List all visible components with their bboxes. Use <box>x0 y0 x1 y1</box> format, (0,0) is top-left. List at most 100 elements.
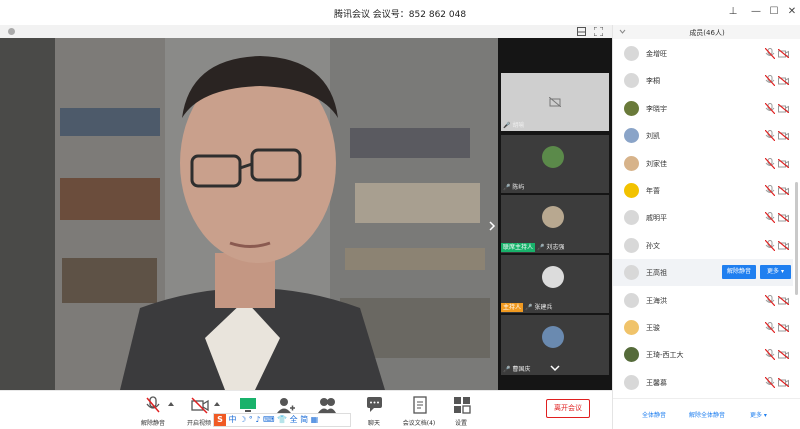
member-name: 王琦-西工大 <box>646 351 684 360</box>
audio-options-caret[interactable] <box>168 402 174 406</box>
scroll-down-icon[interactable] <box>550 365 560 372</box>
member-avatar <box>624 292 639 308</box>
camera-off-icon[interactable] <box>778 131 789 141</box>
camera-off-icon[interactable] <box>778 295 789 305</box>
mic-muted-icon[interactable] <box>765 349 775 361</box>
thumbnail-name: 曹国庆 <box>512 366 531 373</box>
camera-off-icon[interactable] <box>778 186 789 195</box>
close-icon[interactable]: ✕ <box>785 5 799 19</box>
member-avatar <box>624 128 639 144</box>
member-row[interactable]: 戚明平 <box>613 204 793 231</box>
collapse-thumbnails-icon[interactable] <box>489 221 496 231</box>
thumbnail-name: 刘志强 <box>546 244 565 251</box>
members-header: 成员(46人) <box>613 25 800 39</box>
member-name: 戚明平 <box>646 214 667 223</box>
mic-muted-icon[interactable] <box>765 185 775 196</box>
ime-status-icons: 中 ☽ ° ♪ ⌨ 👕 全 简 ▦ <box>228 415 319 424</box>
main-speaker-video <box>0 38 498 390</box>
member-avatar <box>624 347 639 363</box>
video-off-icon <box>191 397 209 414</box>
camera-off-icon[interactable] <box>778 213 789 223</box>
settings-button[interactable]: 设置 <box>439 394 483 428</box>
mic-muted-icon <box>146 396 160 413</box>
mic-muted-icon[interactable] <box>765 322 775 333</box>
member-row[interactable]: 刘家佳 <box>613 150 793 177</box>
member-name: 刘凯 <box>646 132 660 141</box>
mic-muted-icon[interactable] <box>765 75 775 87</box>
info-icon[interactable] <box>7 27 16 36</box>
docs-button[interactable]: 会议文档(4) <box>397 394 441 428</box>
unmute-all-button[interactable]: 解除全体静音 <box>689 410 725 419</box>
member-avatar <box>624 265 639 281</box>
speaker-video-frame <box>0 38 498 390</box>
camera-off-icon[interactable] <box>778 323 789 332</box>
thumbnail-participant[interactable]: 🎤 胡喻 <box>501 73 609 131</box>
member-avatar <box>624 155 639 171</box>
unmute-button[interactable]: 解除静音 <box>131 394 175 428</box>
member-row[interactable]: 李晓宇 <box>613 95 793 122</box>
fullscreen-icon[interactable] <box>594 27 603 36</box>
members-scrollbar[interactable] <box>795 182 798 295</box>
member-name: 王馨慕 <box>646 378 667 387</box>
member-row[interactable]: 王骏 <box>613 314 793 341</box>
member-name: 王高祖 <box>646 269 667 278</box>
camera-off-icon[interactable] <box>778 76 789 86</box>
maximize-icon[interactable]: ☐ <box>767 5 781 19</box>
ime-toolbar[interactable]: S 中 ☽ ° ♪ ⌨ 👕 全 简 ▦ <box>213 413 351 427</box>
mic-muted-icon[interactable] <box>765 212 775 224</box>
member-avatar <box>624 183 639 198</box>
panel-more-button[interactable]: 更多 ▾ <box>750 410 767 419</box>
member-row[interactable]: 年蔷 <box>613 177 793 204</box>
camera-off-icon[interactable] <box>778 49 789 58</box>
mic-muted-icon[interactable] <box>765 294 775 306</box>
host-badge: 主持人 <box>501 303 524 312</box>
mic-muted-icon[interactable] <box>765 130 775 142</box>
member-avatar <box>624 100 639 116</box>
members-footer: 全体静音 解除全体静音 更多 ▾ <box>613 398 800 429</box>
camera-off-icon[interactable] <box>778 377 789 387</box>
member-row[interactable]: 王海洪 <box>613 287 793 314</box>
member-unmute-button[interactable]: 解除静音 <box>722 265 756 280</box>
members-panel: 成员(46人) 金增旺 李桐 李晓宇 刘凯 刘家佳 年蔷 戚明平 孙文 王高祖 解除静音 更多 ▾ 王… <box>612 25 800 429</box>
member-avatar <box>624 374 639 390</box>
mic-muted-icon[interactable] <box>765 48 775 59</box>
mic-muted-icon[interactable] <box>765 102 775 114</box>
layout-icon[interactable] <box>577 27 586 36</box>
mic-muted-icon[interactable] <box>765 157 775 169</box>
document-icon <box>413 396 427 414</box>
camera-off-icon[interactable] <box>778 103 789 113</box>
add-user-icon <box>277 398 295 413</box>
member-avatar <box>624 237 639 253</box>
member-row[interactable]: 孙文 <box>613 232 793 259</box>
member-more-button[interactable]: 更多 ▾ <box>760 265 791 280</box>
member-row[interactable]: 刘凯 <box>613 122 793 149</box>
members-icon <box>318 398 336 413</box>
pin-icon[interactable]: ⊥ <box>726 5 740 19</box>
minimize-icon[interactable]: — <box>749 5 763 19</box>
camera-off-icon[interactable] <box>778 350 789 360</box>
thumbnail-participant[interactable]: 🎤 陈屿 <box>501 135 609 193</box>
member-name: 王骏 <box>646 324 660 332</box>
member-row[interactable]: 王琦-西工大 <box>613 341 793 368</box>
mute-all-button[interactable]: 全体静音 <box>642 410 666 419</box>
leave-meeting-button[interactable]: 离开会议 <box>546 399 590 418</box>
thumbnail-name: 胡喻 <box>512 122 525 129</box>
camera-off-icon[interactable] <box>778 158 789 168</box>
thumbnail-participant[interactable]: 联席主持人 🎤 刘志强 <box>501 195 609 253</box>
avatar <box>542 266 564 288</box>
member-row[interactable]: 王馨慕 <box>613 369 793 396</box>
video-options-caret[interactable] <box>214 402 220 406</box>
member-row[interactable]: 李桐 <box>613 67 793 94</box>
camera-off-icon[interactable] <box>778 240 789 250</box>
member-avatar <box>624 46 639 61</box>
thumbnail-participant[interactable]: 主持人 🎤 张建兵 <box>501 255 609 313</box>
thumbnail-name: 张建兵 <box>534 304 553 311</box>
mic-muted-icon[interactable] <box>765 376 775 388</box>
chat-button[interactable]: 聊天 <box>352 394 396 428</box>
member-name: 孙文 <box>646 241 660 250</box>
member-name: 李晓宇 <box>646 104 667 113</box>
member-row[interactable]: 王高祖 解除静音 更多 ▾ <box>613 259 793 287</box>
chat-icon <box>367 397 382 412</box>
mic-muted-icon[interactable] <box>765 239 775 251</box>
member-row[interactable]: 金增旺 <box>613 40 793 67</box>
